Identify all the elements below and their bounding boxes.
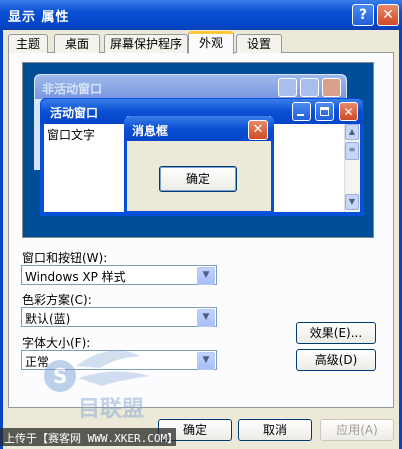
- windows-buttons-value: Windows XP 样式: [25, 270, 126, 284]
- color-scheme-label: 色彩方案(C):: [22, 293, 92, 307]
- close-button[interactable]: ✕: [377, 4, 399, 26]
- inactive-window-title: 非活动窗口: [42, 82, 103, 96]
- scrollbar: ▲ ≡ ▼: [344, 124, 360, 212]
- watermark-logo-text: 目联盟: [78, 397, 144, 422]
- tab-desktop[interactable]: 桌面: [54, 34, 100, 53]
- effects-button[interactable]: 效果(E)...: [296, 322, 376, 344]
- tab-screensaver[interactable]: 屏幕保护程序: [104, 34, 188, 53]
- watermark-logo: S 目联盟: [44, 350, 150, 422]
- chevron-down-icon[interactable]: ▼: [197, 352, 215, 370]
- scroll-thumb: ≡: [345, 142, 359, 160]
- svg-text:S: S: [53, 364, 67, 388]
- maximize-icon: [300, 78, 319, 97]
- tab-appearance[interactable]: 外观: [188, 31, 234, 54]
- close-icon: [322, 78, 341, 97]
- window-title: 显示 属性: [8, 10, 70, 25]
- window-text: 窗口文字: [47, 128, 96, 142]
- scroll-down-icon: ▼: [345, 194, 359, 210]
- chevron-down-icon[interactable]: ▼: [197, 309, 215, 327]
- tab-settings[interactable]: 设置: [236, 34, 282, 53]
- help-button[interactable]: ?: [352, 4, 374, 26]
- chevron-down-icon[interactable]: ▼: [197, 267, 215, 285]
- apply-button[interactable]: 应用(A): [320, 419, 394, 441]
- close-icon: ✕: [339, 102, 358, 121]
- windows-buttons-select[interactable]: Windows XP 样式 ▼: [21, 265, 217, 285]
- message-box-ok-button: 确定: [159, 166, 237, 192]
- watermark-text: 上传于【赛客网 WWW.XKER.COM】: [4, 432, 179, 445]
- windows-buttons-label: 窗口和按钮(W):: [22, 251, 108, 265]
- advanced-button[interactable]: 高级(D): [296, 349, 376, 371]
- minimize-icon: [278, 78, 297, 97]
- active-window-title: 活动窗口: [50, 106, 99, 120]
- maximize-icon: [315, 102, 334, 121]
- close-icon: ✕: [248, 120, 268, 140]
- message-box-title: 消息框: [132, 124, 169, 138]
- color-scheme-value: 默认(蓝): [25, 312, 71, 326]
- cancel-button[interactable]: 取消: [238, 419, 312, 441]
- color-scheme-select[interactable]: 默认(蓝) ▼: [21, 307, 217, 327]
- minimize-icon: [292, 102, 311, 121]
- tab-themes[interactable]: 主题: [8, 34, 48, 53]
- scroll-up-icon: ▲: [345, 124, 359, 140]
